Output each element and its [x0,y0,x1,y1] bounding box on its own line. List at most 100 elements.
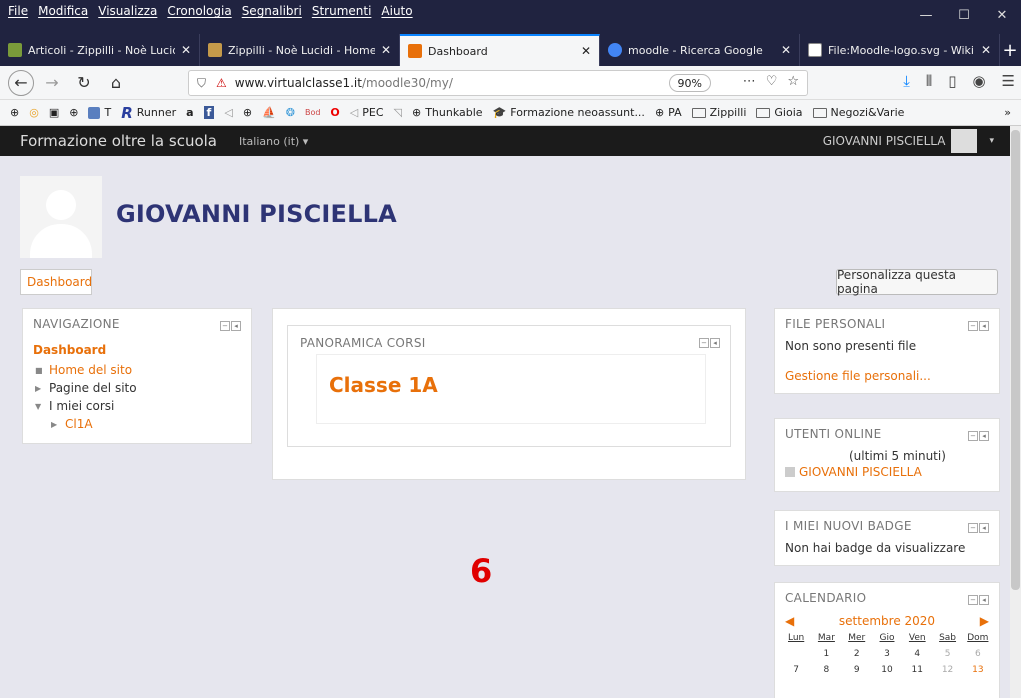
tab-articoli[interactable]: Articoli - Zippilli - Noè Lucidi - ✕ [0,34,200,66]
zoom-level[interactable]: 90% [668,74,711,92]
globe-icon[interactable]: ⊕ [243,106,252,119]
nav-item-my-courses[interactable]: ▼ I miei corsi [35,397,137,415]
sidebar-icon[interactable]: ▯ [948,72,956,90]
nav-current[interactable]: Dashboard [33,343,106,357]
next-month-icon[interactable]: ▶ [980,614,989,628]
calendar-day[interactable]: 6 [963,649,993,659]
tab-zippilli-home[interactable]: Zippilli - Noè Lucidi - Home ✕ [200,34,400,66]
download-icon[interactable]: ⤓ [903,72,910,90]
reload-icon[interactable]: ↻ [70,69,98,97]
site-brand[interactable]: Formazione oltre la scuola [0,132,217,150]
calendar-day[interactable]: 2 [842,649,872,659]
tab-dashboard[interactable]: Dashboard ✕ [400,34,600,66]
new-tab-icon[interactable]: + [1000,34,1020,66]
scrollbar-thumb[interactable] [1011,130,1020,590]
close-tab-icon[interactable]: ✕ [181,43,191,57]
close-tab-icon[interactable]: ✕ [981,43,991,57]
bookmark-icon[interactable]: Bod [305,108,320,117]
tab-wikipedia[interactable]: File:Moodle-logo.svg - Wikipe ✕ [800,34,1000,66]
online-user-link[interactable]: GIOVANNI PISCIELLA [785,465,922,479]
close-tab-icon[interactable]: ✕ [381,43,391,57]
bookmark-pa[interactable]: ⊕ PA [655,106,682,119]
menu-modifica[interactable]: Modifica [38,4,88,18]
language-menu[interactable]: Italiano (it) ▾ [239,135,308,148]
calendar-day[interactable]: 10 [872,665,902,675]
chevron-right-icon[interactable]: » [1004,106,1011,119]
collapse-icon[interactable]: − [220,321,230,331]
dock-icon[interactable]: ◂ [979,431,989,441]
customize-page-button[interactable]: Personalizza questa pagina [836,268,998,296]
forward-icon[interactable]: → [38,69,66,97]
minimize-icon[interactable]: — [907,0,945,30]
bookmark-thunkable[interactable]: ⊕ Thunkable [412,106,483,119]
dock-icon[interactable]: ◂ [979,595,989,605]
folder-zippilli[interactable]: Zippilli [691,106,746,119]
bookmark-t[interactable]: T [88,106,111,119]
calendar-day[interactable]: 7 [781,665,811,675]
dock-icon[interactable]: ◂ [979,523,989,533]
calendar-day[interactable]: 5 [932,649,962,659]
collapse-icon[interactable]: − [968,431,978,441]
maximize-icon[interactable]: ☐ [945,0,983,30]
dashboard-breadcrumb[interactable]: Dashboard [20,269,92,295]
shield-icon[interactable]: ⛉ [197,76,206,91]
bookmark-formazione[interactable]: 🎓 Formazione neoassunt... [493,106,645,119]
nav-item-course[interactable]: ▶ Cl1A [35,415,137,433]
calendar-day[interactable]: 12 [932,665,962,675]
calendar-day[interactable]: 1 [811,649,841,659]
user-menu[interactable]: GIOVANNI PISCIELLA ▾ [823,129,994,153]
calendar-day[interactable]: 8 [811,665,841,675]
calendar-day[interactable]: 3 [872,649,902,659]
globe-icon[interactable]: ⊕ [69,106,78,119]
insecure-lock-icon[interactable]: ⚠ [216,76,227,90]
calendar-day[interactable]: 13 [963,665,993,675]
menu-aiuto[interactable]: Aiuto [381,4,412,18]
course-link[interactable]: Classe 1A [329,373,438,397]
close-window-icon[interactable]: ✕ [983,0,1021,30]
tab-google[interactable]: moodle - Ricerca Google ✕ [600,34,800,66]
amazon-icon[interactable]: a [186,106,193,119]
manage-files-link[interactable]: Gestione file personali... [785,369,931,383]
calendar-day[interactable]: 9 [842,665,872,675]
url-bar[interactable]: ⛉ ⚠ www.virtualclasse1.it /moodle30/my/ … [188,70,808,96]
folder-negozi[interactable]: Negozi&Varie [812,106,904,119]
library-icon[interactable]: ⫴ [926,72,932,90]
menu-segnalibri[interactable]: Segnalibri [242,4,302,18]
bookmark-icon[interactable]: ◹ [394,106,402,119]
bookmark-icon[interactable]: ⛵ [262,106,276,119]
collapse-icon[interactable]: − [968,321,978,331]
nav-item-home[interactable]: ■ Home del sito [35,361,137,379]
dock-icon[interactable]: ◂ [231,321,241,331]
menu-cronologia[interactable]: Cronologia [167,4,231,18]
app-icon[interactable]: ▣ [49,106,59,119]
menu-strumenti[interactable]: Strumenti [312,4,372,18]
favicon-icon[interactable]: ◎ [29,106,39,119]
home-icon[interactable]: ⌂ [102,69,130,97]
account-icon[interactable]: ◉ [972,72,985,90]
back-icon[interactable]: ← [8,69,34,96]
collapse-icon[interactable]: − [968,523,978,533]
dock-icon[interactable]: ◂ [979,321,989,331]
bookmark-pec[interactable]: ◁ PEC [350,106,384,119]
dock-icon[interactable]: ◂ [710,338,720,348]
facebook-icon[interactable]: f [203,106,215,119]
folder-gioia[interactable]: Gioia [756,106,803,119]
calendar-day[interactable]: 11 [902,665,932,675]
bookmark-icon[interactable]: ❂ [286,106,295,119]
prev-month-icon[interactable]: ◀ [785,614,794,628]
bookmark-icon[interactable]: ◁ [224,106,232,119]
menu-file[interactable]: File [8,4,28,18]
opera-icon[interactable]: O [330,106,339,119]
nav-item-pages[interactable]: ▶ Pagine del sito [35,379,137,397]
more-actions-icon[interactable]: ⋯ [743,74,756,89]
calendar-day[interactable]: 4 [902,649,932,659]
pocket-icon[interactable]: ♡ [766,74,778,89]
close-tab-icon[interactable]: ✕ [781,43,791,57]
bookmark-star-icon[interactable]: ☆ [787,74,799,89]
collapse-icon[interactable]: − [968,595,978,605]
hamburger-menu-icon[interactable]: ☰ [1002,72,1015,90]
close-tab-icon[interactable]: ✕ [581,44,591,58]
bookmark-runner[interactable]: R Runner [121,104,176,122]
menu-visualizza[interactable]: Visualizza [98,4,157,18]
globe-icon[interactable]: ⊕ [10,106,19,119]
